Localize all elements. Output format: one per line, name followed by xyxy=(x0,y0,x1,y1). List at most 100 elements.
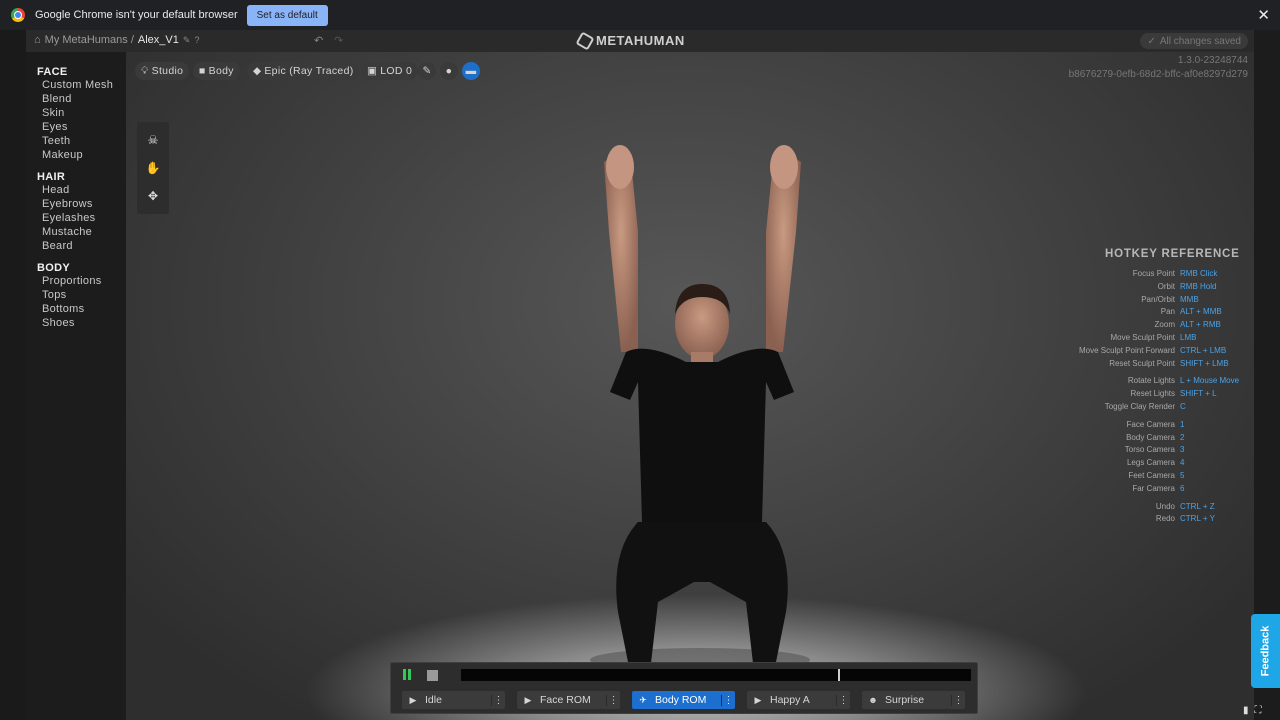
playhead[interactable] xyxy=(838,669,841,681)
animation-label: Happy A xyxy=(770,694,810,706)
sidebar-item-shoes[interactable]: Shoes xyxy=(26,316,126,330)
hotkey-title: HOTKEY REFERENCE xyxy=(1105,248,1240,260)
hotkey-row: Pan/Orbit MMB xyxy=(1056,294,1254,307)
camera-dropdown[interactable]: ■ Body xyxy=(193,62,240,80)
hotkey-row: Redo CTRL + Y xyxy=(1056,513,1254,526)
sidebar-item-makeup[interactable]: Makeup xyxy=(26,148,126,162)
hotkey-row: Focus Point RMB Click xyxy=(1056,268,1254,281)
animation-idle[interactable]: ▶ Idle ⋮ xyxy=(402,691,505,709)
timeline-scrubber[interactable] xyxy=(461,669,971,681)
breadcrumb: ⌂ My MetaHumans / Alex_V1 ✎ ? xyxy=(34,34,199,46)
hotkey-key: MMB xyxy=(1180,294,1199,304)
sidebar-item-head[interactable]: Head xyxy=(26,183,126,197)
edit-name-icon[interactable]: ✎ xyxy=(183,35,191,46)
breadcrumb-root[interactable]: My MetaHumans / xyxy=(45,34,134,46)
sidebar-item-bottoms[interactable]: Bottoms xyxy=(26,302,126,316)
hotkey-row: Legs Camera 4 xyxy=(1056,457,1254,470)
sidebar-item-blend[interactable]: Blend xyxy=(26,92,126,106)
pause-button[interactable] xyxy=(403,669,415,681)
sidebar-item-custom-mesh[interactable]: Custom Mesh xyxy=(26,78,126,92)
sidebar-item-beard[interactable]: Beard xyxy=(26,239,126,253)
sidebar-item-eyes[interactable]: Eyes xyxy=(26,120,126,134)
animation-happy-a[interactable]: ▶ Happy A ⋮ xyxy=(747,691,850,709)
sphere-button[interactable]: ● xyxy=(440,62,458,80)
sidebar-item-eyebrows[interactable]: Eyebrows xyxy=(26,197,126,211)
corner-controls: ▮ ⛶ xyxy=(1243,705,1262,716)
more-options-icon[interactable]: ⋮ xyxy=(836,694,850,706)
app-topbar: ⌂ My MetaHumans / Alex_V1 ✎ ? ↶ ↷ METAHU… xyxy=(26,30,1254,52)
lighting-label: Studio xyxy=(151,65,184,77)
hotkey-action: Toggle Clay Render xyxy=(1104,401,1175,411)
metahuman-app: ⌂ My MetaHumans / Alex_V1 ✎ ? ↶ ↷ METAHU… xyxy=(26,30,1254,720)
diamond-icon: ◆ xyxy=(253,65,262,77)
hotkey-key: CTRL + Y xyxy=(1180,514,1215,524)
hotkey-key: RMB Hold xyxy=(1180,281,1217,291)
hotkey-action: Reset Sculpt Point xyxy=(1109,358,1175,368)
animation-label: Body ROM xyxy=(655,694,707,706)
hotkey-action: Move Sculpt Point xyxy=(1110,332,1175,342)
hotkey-key: 3 xyxy=(1180,445,1185,455)
hotkey-action: Rotate Lights xyxy=(1127,376,1175,386)
hotkey-action: Pan xyxy=(1160,307,1175,317)
hotkey-key: L + Mouse Move xyxy=(1180,376,1240,386)
sidebar-item-tops[interactable]: Tops xyxy=(26,288,126,302)
move-icon[interactable]: ✥ xyxy=(148,189,158,203)
skull-icon[interactable]: ☠ xyxy=(148,133,159,147)
sidebar-item-mustache[interactable]: Mustache xyxy=(26,225,126,239)
version-number: 1.3.0-23248744 xyxy=(1177,55,1248,66)
redo-icon[interactable]: ↷ xyxy=(334,34,343,47)
home-icon[interactable]: ⌂ xyxy=(34,34,41,46)
stats-icon[interactable]: ▮ xyxy=(1243,705,1249,716)
logo-text: METAHUMAN xyxy=(596,33,685,48)
help-icon[interactable]: ? xyxy=(194,35,199,45)
fullscreen-icon[interactable]: ⛶ xyxy=(1255,705,1262,716)
clay-render-button[interactable]: ✎ xyxy=(418,62,436,80)
hotkey-row: Torso Camera 3 xyxy=(1056,444,1254,457)
lod-dropdown[interactable]: ▣ LOD 0 xyxy=(361,62,419,80)
more-options-icon[interactable]: ⋮ xyxy=(491,694,505,706)
hotkey-action: Redo xyxy=(1155,514,1175,524)
feedback-button[interactable]: Feedback xyxy=(1251,614,1280,688)
camera-icon: ■ xyxy=(199,65,206,77)
undo-icon[interactable]: ↶ xyxy=(314,34,323,47)
hotkey-key: CTRL + LMB xyxy=(1180,345,1227,355)
chrome-logo-icon xyxy=(11,8,25,22)
more-options-icon[interactable]: ⋮ xyxy=(721,694,735,706)
sidebar-item-skin[interactable]: Skin xyxy=(26,106,126,120)
3d-viewport[interactable]: 💡︎ Studio ■ Body ◆ Epic (Ray Traced) ▣ L… xyxy=(126,52,1254,720)
play-icon: ▶ xyxy=(409,694,417,705)
running-figure-icon: ✈︎ xyxy=(639,694,647,705)
quality-dropdown[interactable]: ◆ Epic (Ray Traced) xyxy=(247,62,360,80)
animation-label: Idle xyxy=(425,694,442,706)
hotkey-key: 2 xyxy=(1180,432,1185,442)
sidebar-section-hair: HAIR xyxy=(37,171,66,183)
hotkey-key: LMB xyxy=(1180,332,1197,342)
version-info: 1.3.0-23248744 b8676279-0efb-68d2-bffc-a… xyxy=(1069,54,1248,82)
sidebar-item-proportions[interactable]: Proportions xyxy=(26,274,126,288)
hotkey-action: Orbit xyxy=(1157,281,1175,291)
animation-surprise[interactable]: ☻ Surprise ⋮ xyxy=(862,691,965,709)
hotkey-action: Torso Camera xyxy=(1124,445,1175,455)
hotkey-key: SHIFT + LMB xyxy=(1180,358,1229,368)
hand-icon[interactable]: ✋ xyxy=(146,161,161,175)
set-as-default-button[interactable]: Set as default xyxy=(246,4,328,26)
sidebar-section-body: BODY xyxy=(37,262,70,274)
more-options-icon[interactable]: ⋮ xyxy=(951,694,965,706)
sidebar-item-teeth[interactable]: Teeth xyxy=(26,134,126,148)
animation-timeline: ▶ Idle ⋮ ▶ Face ROM ⋮ ✈︎ Body ROM ⋮ ▶ Ha… xyxy=(390,662,978,714)
stop-button[interactable] xyxy=(427,670,438,681)
play-icon: ▶ xyxy=(524,694,532,705)
sidebar-item-eyelashes[interactable]: Eyelashes xyxy=(26,211,126,225)
animation-body-rom[interactable]: ✈︎ Body ROM ⋮ xyxy=(632,691,735,709)
lighting-dropdown[interactable]: 💡︎ Studio xyxy=(135,62,190,80)
face-icon: ☻ xyxy=(868,695,878,705)
brush-icon: ✎ xyxy=(422,65,432,77)
save-status-text: All changes saved xyxy=(1159,35,1241,47)
hotkey-action: Legs Camera xyxy=(1126,458,1175,468)
close-icon[interactable]: ✕ xyxy=(1257,6,1270,24)
animation-face-rom[interactable]: ▶ Face ROM ⋮ xyxy=(517,691,620,709)
background-toggle-button[interactable]: ▬ xyxy=(462,62,480,80)
more-options-icon[interactable]: ⋮ xyxy=(606,694,620,706)
hotkey-row: Reset Sculpt Point SHIFT + LMB xyxy=(1056,358,1254,371)
check-circle-icon: ✓ xyxy=(1147,35,1156,47)
